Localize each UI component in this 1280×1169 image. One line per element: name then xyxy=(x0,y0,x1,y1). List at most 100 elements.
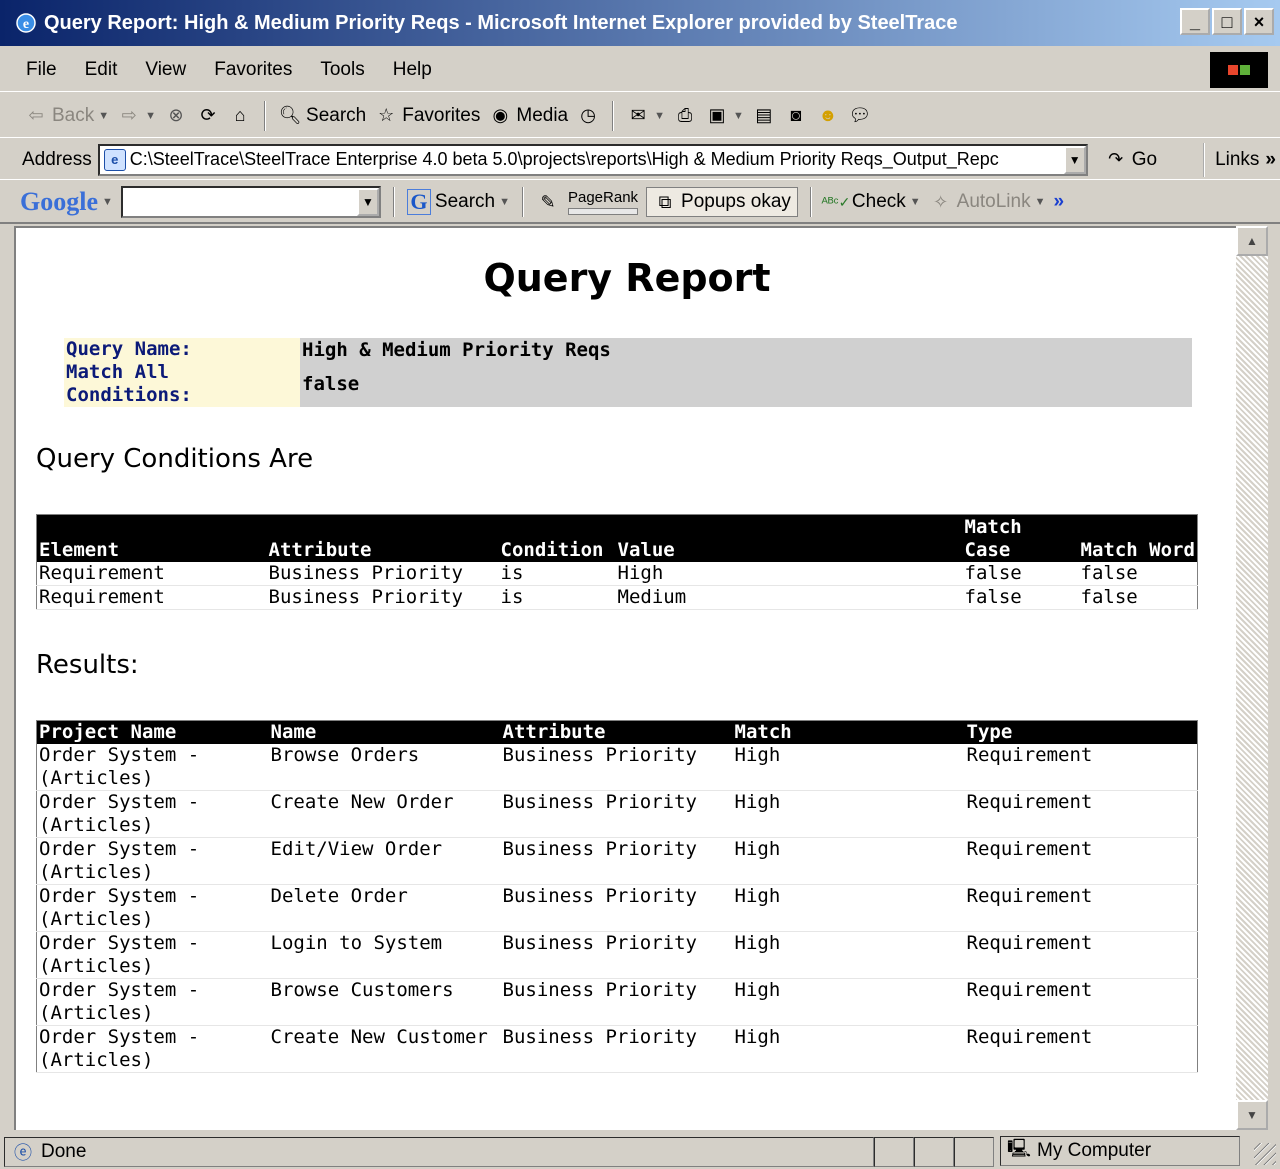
news-button[interactable]: ✎ xyxy=(536,190,560,214)
menu-file[interactable]: File xyxy=(0,59,71,81)
google-search-dropdown-icon[interactable]: ▼ xyxy=(499,196,510,208)
cell-element: Requirement xyxy=(36,561,267,586)
page-viewport[interactable]: Query Report Query Name: High & Medium P… xyxy=(14,226,1236,1130)
refresh-button[interactable]: ⟳ xyxy=(196,104,220,128)
google-menu-dropdown-icon[interactable]: ▼ xyxy=(102,196,113,208)
edit-dropdown-icon[interactable]: ▼ xyxy=(733,110,744,122)
menu-edit[interactable]: Edit xyxy=(71,59,132,81)
internet-explorer-icon: e xyxy=(14,11,38,35)
maximize-button[interactable]: □ xyxy=(1212,8,1242,35)
cell-value: Medium xyxy=(615,585,963,610)
google-search-dropdown-button[interactable]: ▼ xyxy=(356,188,379,216)
column-header: Match Case xyxy=(962,514,1079,562)
go-button[interactable]: ↷ Go xyxy=(1104,148,1157,172)
forward-button[interactable]: ⇨ ▼ xyxy=(117,104,156,128)
mail-dropdown-icon[interactable]: ▼ xyxy=(654,110,665,122)
mail-button[interactable]: ✉ ▼ xyxy=(626,104,665,128)
scroll-up-arrow-icon[interactable]: ▲ xyxy=(1236,226,1268,256)
menu-view[interactable]: View xyxy=(131,59,200,81)
home-icon: ⌂ xyxy=(234,105,246,125)
menu-help[interactable]: Help xyxy=(379,59,446,81)
spell-check-button[interactable]: ᴬᴮᶜ✓ Check ▼ xyxy=(821,190,921,214)
forward-arrow-icon: ⇨ xyxy=(121,105,137,125)
go-arrow-icon: ↷ xyxy=(1108,149,1124,169)
edit-button[interactable]: ▣ ▼ xyxy=(705,104,744,128)
google-search-input[interactable]: ▼ xyxy=(120,186,381,218)
check-dropdown-icon[interactable]: ▼ xyxy=(910,196,921,208)
menu-favorites[interactable]: Favorites xyxy=(200,59,306,81)
media-button[interactable]: ◉ Media xyxy=(488,104,569,128)
toolbar-separator xyxy=(809,187,812,217)
status-pane-empty xyxy=(954,1136,994,1167)
cell-type: Requirement xyxy=(964,744,1198,791)
menu-tools[interactable]: Tools xyxy=(306,59,378,81)
pagerank-label: PageRank xyxy=(567,188,639,206)
cell-name: Create New Customer xyxy=(268,1025,501,1073)
google-search-button[interactable]: G Search ▼ xyxy=(406,189,510,215)
cell-match-word: false xyxy=(1078,561,1198,586)
window-title: Query Report: High & Medium Priority Req… xyxy=(44,11,958,34)
toolbar-separator xyxy=(612,100,615,131)
cell-attribute: Business Priority xyxy=(500,931,733,979)
chevron-right-icon: » xyxy=(1053,191,1065,212)
minimize-button[interactable]: _ xyxy=(1180,8,1210,35)
google-logo-text: Google xyxy=(20,187,98,216)
window-title-bar[interactable]: e Query Report: High & Medium Priority R… xyxy=(0,0,1280,46)
google-logo[interactable]: Google ▼ xyxy=(20,187,113,217)
security-zone: 🖳 My Computer xyxy=(1000,1136,1240,1166)
column-header: Match xyxy=(732,720,965,744)
google-toolbar-more-button[interactable]: » xyxy=(1054,191,1065,213)
back-dropdown-icon[interactable]: ▼ xyxy=(98,110,109,122)
results-heading: Results: xyxy=(36,650,139,680)
search-label: Search xyxy=(306,104,367,126)
search-button[interactable]: 🔍︎ Search xyxy=(278,104,367,128)
back-button[interactable]: ⇦ Back ▼ xyxy=(24,104,109,128)
chat-button[interactable]: 💬︎ xyxy=(848,104,872,128)
column-header: Condition xyxy=(498,514,616,562)
spy-button[interactable]: ◙ xyxy=(784,104,808,128)
home-button[interactable]: ⌂ xyxy=(228,104,252,128)
pagerank-indicator[interactable]: PageRank xyxy=(567,188,639,215)
favorites-button[interactable]: ☆ Favorites xyxy=(374,104,480,128)
autolink-icon: ✧ xyxy=(933,191,949,212)
autolink-dropdown-icon[interactable]: ▼ xyxy=(1035,196,1046,208)
chevron-right-icon[interactable]: » xyxy=(1265,149,1276,171)
cell-attribute: Business Priority xyxy=(500,744,733,791)
cell-match-word: false xyxy=(1078,585,1198,610)
query-name-value: High & Medium Priority Reqs xyxy=(300,338,1192,361)
autolink-button[interactable]: ✧ AutoLink ▼ xyxy=(929,190,1046,214)
menu-bar: File Edit View Favorites Tools Help xyxy=(0,48,1280,92)
popup-blocker-button[interactable]: ⧉ Popups okay xyxy=(646,187,798,217)
cell-attribute: Business Priority xyxy=(500,978,733,1026)
google-g-icon: G xyxy=(406,189,431,215)
conditions-heading: Query Conditions Are xyxy=(36,444,314,474)
column-header: Project Name xyxy=(36,720,269,744)
close-button[interactable]: × xyxy=(1244,8,1274,35)
scroll-down-arrow-icon[interactable]: ▼ xyxy=(1236,1100,1268,1130)
match-all-value: false xyxy=(300,361,1192,407)
links-button[interactable]: Links » xyxy=(1203,142,1276,177)
cell-type: Requirement xyxy=(964,837,1198,885)
windows-logo-icon xyxy=(1210,52,1268,88)
cell-match: High xyxy=(732,790,965,838)
results-table: Project Name Name Attribute Match Type O… xyxy=(36,720,1198,1073)
vertical-scrollbar[interactable]: ▲ ▼ xyxy=(1236,226,1268,1130)
cell-attribute: Business Priority xyxy=(266,585,499,610)
address-dropdown-button[interactable]: ▼ xyxy=(1063,145,1086,174)
discuss-button[interactable]: ▤ xyxy=(752,104,776,128)
cell-match: High xyxy=(732,1025,965,1073)
history-button[interactable]: ◷ xyxy=(576,104,600,128)
resize-grip-icon[interactable] xyxy=(1254,1143,1276,1165)
address-url[interactable]: C:\SteelTrace\SteelTrace Enterprise 4.0 … xyxy=(130,149,1064,170)
column-header: Name xyxy=(268,720,501,744)
messenger-button[interactable]: ☻ xyxy=(816,104,840,128)
standard-toolbar: ⇦ Back ▼ ⇨ ▼ ⊗ ⟳ ⌂ 🔍︎ Search ☆ Favorites… xyxy=(0,94,1280,138)
print-button[interactable]: ⎙ xyxy=(673,104,697,128)
stop-button[interactable]: ⊗ xyxy=(164,104,188,128)
address-input[interactable]: e C:\SteelTrace\SteelTrace Enterprise 4.… xyxy=(97,143,1088,176)
page-done-icon: ⓔ xyxy=(14,1142,32,1163)
forward-dropdown-icon[interactable]: ▼ xyxy=(145,110,156,122)
address-label: Address xyxy=(22,148,92,170)
google-toolbar: Google ▼ ▼ G Search ▼ ✎ PageRank ⧉ Popup… xyxy=(0,182,1280,224)
cell-match-case: false xyxy=(962,561,1079,586)
